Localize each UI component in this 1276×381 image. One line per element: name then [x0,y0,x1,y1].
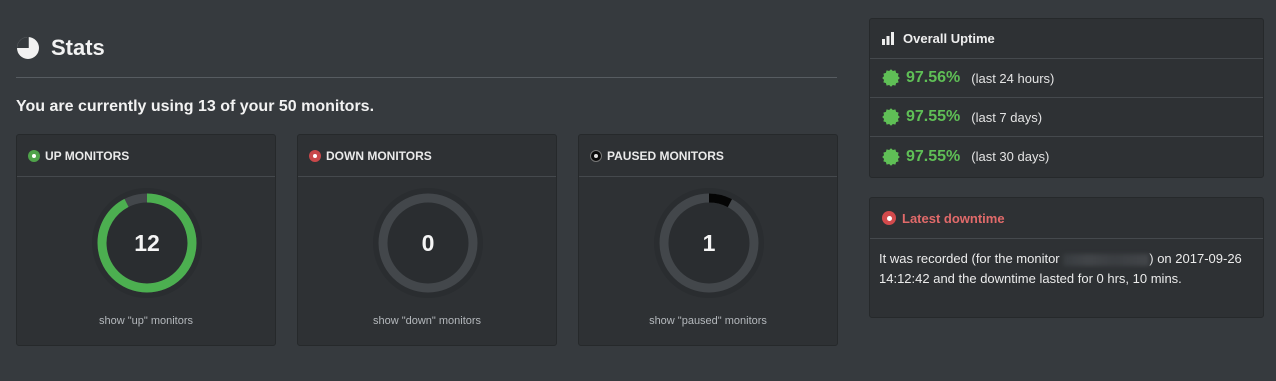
uptime-percent: 97.55% [906,108,961,125]
seal-badge-icon [882,69,900,87]
seal-shape [882,147,900,166]
stats-header: Stats [16,34,105,62]
paused-status-icon [590,149,602,162]
down-monitors-card: DOWN MONITORS 0 show "down" monitors [297,134,557,346]
latest-downtime-panel: Latest downtime It was recorded (for the… [869,197,1264,318]
up-monitors-card: UP MONITORS 12 show "up" monitors [16,134,276,346]
down-status-icon [309,149,321,162]
overall-uptime-panel: Overall Uptime 97.56% (last 24 hours) 97… [869,18,1264,178]
pie-chart-icon [17,37,39,59]
uptime-row-7d: 97.55% (last 7 days) [870,98,1263,137]
usage-summary: You are currently using 13 of your 50 mo… [16,98,375,115]
uptime-percent: 97.55% [906,147,961,165]
up-status-icon [28,149,40,162]
uptime-percent: 97.56% [906,69,961,86]
card-title: DOWN MONITORS [326,148,432,163]
panel-title: Overall Uptime [903,31,995,46]
card-title: PAUSED MONITORS [607,148,724,163]
downtime-text-start: It was recorded (for the monitor [879,251,1060,266]
uptime-row-30d: 97.55% (last 30 days) [870,137,1263,176]
uptime-period: (last 30 days) [971,149,1050,164]
card-header: PAUSED MONITORS [579,135,837,177]
uptime-period: (last 24 hours) [971,70,1055,86]
card-header: UP MONITORS [17,135,275,177]
panel-header: Overall Uptime [870,19,1263,59]
uptime-period: (last 7 days) [971,109,1043,125]
show-paused-monitors-link[interactable]: show "paused" monitors [579,315,837,327]
panel-header: Latest downtime [870,198,1263,239]
header-divider [16,77,837,78]
downtime-description: It was recorded (for the monitor ) on 20… [870,239,1263,289]
card-header: DOWN MONITORS [298,135,556,177]
show-down-monitors-link[interactable]: show "down" monitors [298,315,556,327]
show-up-monitors-link[interactable]: show "up" monitors [17,315,275,327]
card-title: UP MONITORS [45,148,130,163]
record-dot-icon [882,211,896,225]
paused-monitors-card: PAUSED MONITORS 1 show "paused" monitors [578,134,838,346]
page-title: Stats [51,35,105,60]
up-count: 12 [134,229,160,256]
paused-count: 1 [702,229,716,256]
seal-badge-icon [882,147,900,166]
down-count: 0 [421,229,435,256]
seal-shape [882,69,900,87]
seal-badge-icon [882,108,900,126]
bar-chart-icon [882,32,894,45]
seal-shape [882,108,900,126]
redacted-monitor-name [1063,253,1150,266]
panel-title: Latest downtime [902,210,1005,226]
uptime-row-24h: 97.56% (last 24 hours) [870,59,1263,98]
